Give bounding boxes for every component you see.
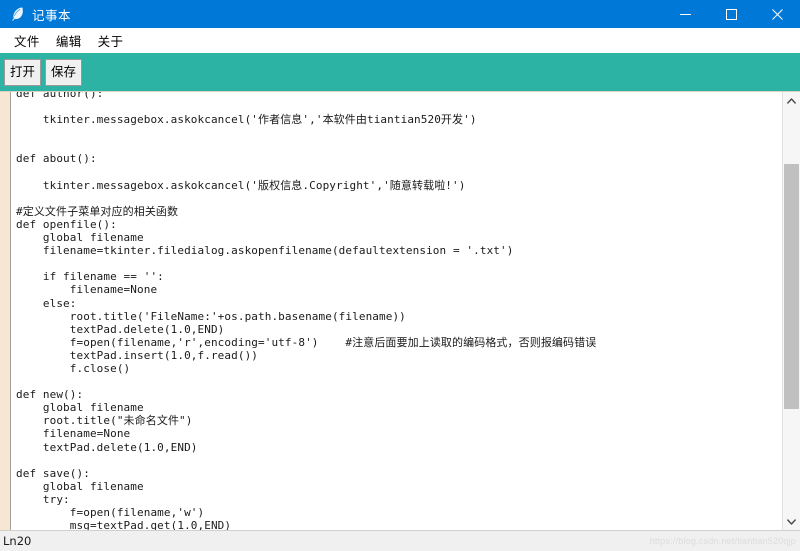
menu-item-edit[interactable]: 编辑 [48, 29, 90, 52]
title-bar: 记事本 [0, 0, 800, 28]
editor-left-margin [0, 92, 10, 530]
scroll-up-button[interactable] [783, 92, 800, 109]
minimize-icon [679, 13, 691, 15]
title-bar-left: 记事本 [0, 5, 71, 24]
vertical-scrollbar[interactable] [782, 92, 800, 530]
tool-bar: 打开 保存 [0, 53, 800, 91]
editor-container: def author(): tkinter.messagebox.askokca… [0, 91, 800, 530]
window-controls [662, 0, 800, 28]
status-bar: Ln20 [0, 530, 800, 551]
chevron-up-icon [787, 97, 796, 104]
chevron-down-icon [787, 518, 796, 525]
maximize-icon [725, 8, 737, 20]
menu-bar: 文件 编辑 关于 [0, 28, 800, 53]
maximize-button[interactable] [708, 0, 754, 28]
feather-pen-icon [9, 6, 25, 22]
menu-item-file[interactable]: 文件 [6, 29, 48, 52]
save-button[interactable]: 保存 [45, 58, 83, 86]
window-title: 记事本 [32, 7, 72, 23]
scrollbar-track[interactable] [783, 109, 800, 513]
close-icon [771, 8, 783, 20]
code-content[interactable]: def author(): tkinter.messagebox.askokca… [11, 92, 782, 530]
menu-item-about[interactable]: 关于 [90, 29, 132, 52]
text-pad[interactable]: def author(): tkinter.messagebox.askokca… [10, 92, 782, 530]
line-indicator: Ln20 [3, 534, 32, 548]
minimize-button[interactable] [662, 0, 708, 28]
notepad-window: 记事本 文件 编辑 关于 打开 保存 def author(): tkinter… [0, 0, 800, 551]
scroll-down-button[interactable] [783, 513, 800, 530]
close-button[interactable] [754, 0, 800, 28]
open-button[interactable]: 打开 [4, 58, 42, 86]
scrollbar-thumb[interactable] [784, 164, 799, 409]
